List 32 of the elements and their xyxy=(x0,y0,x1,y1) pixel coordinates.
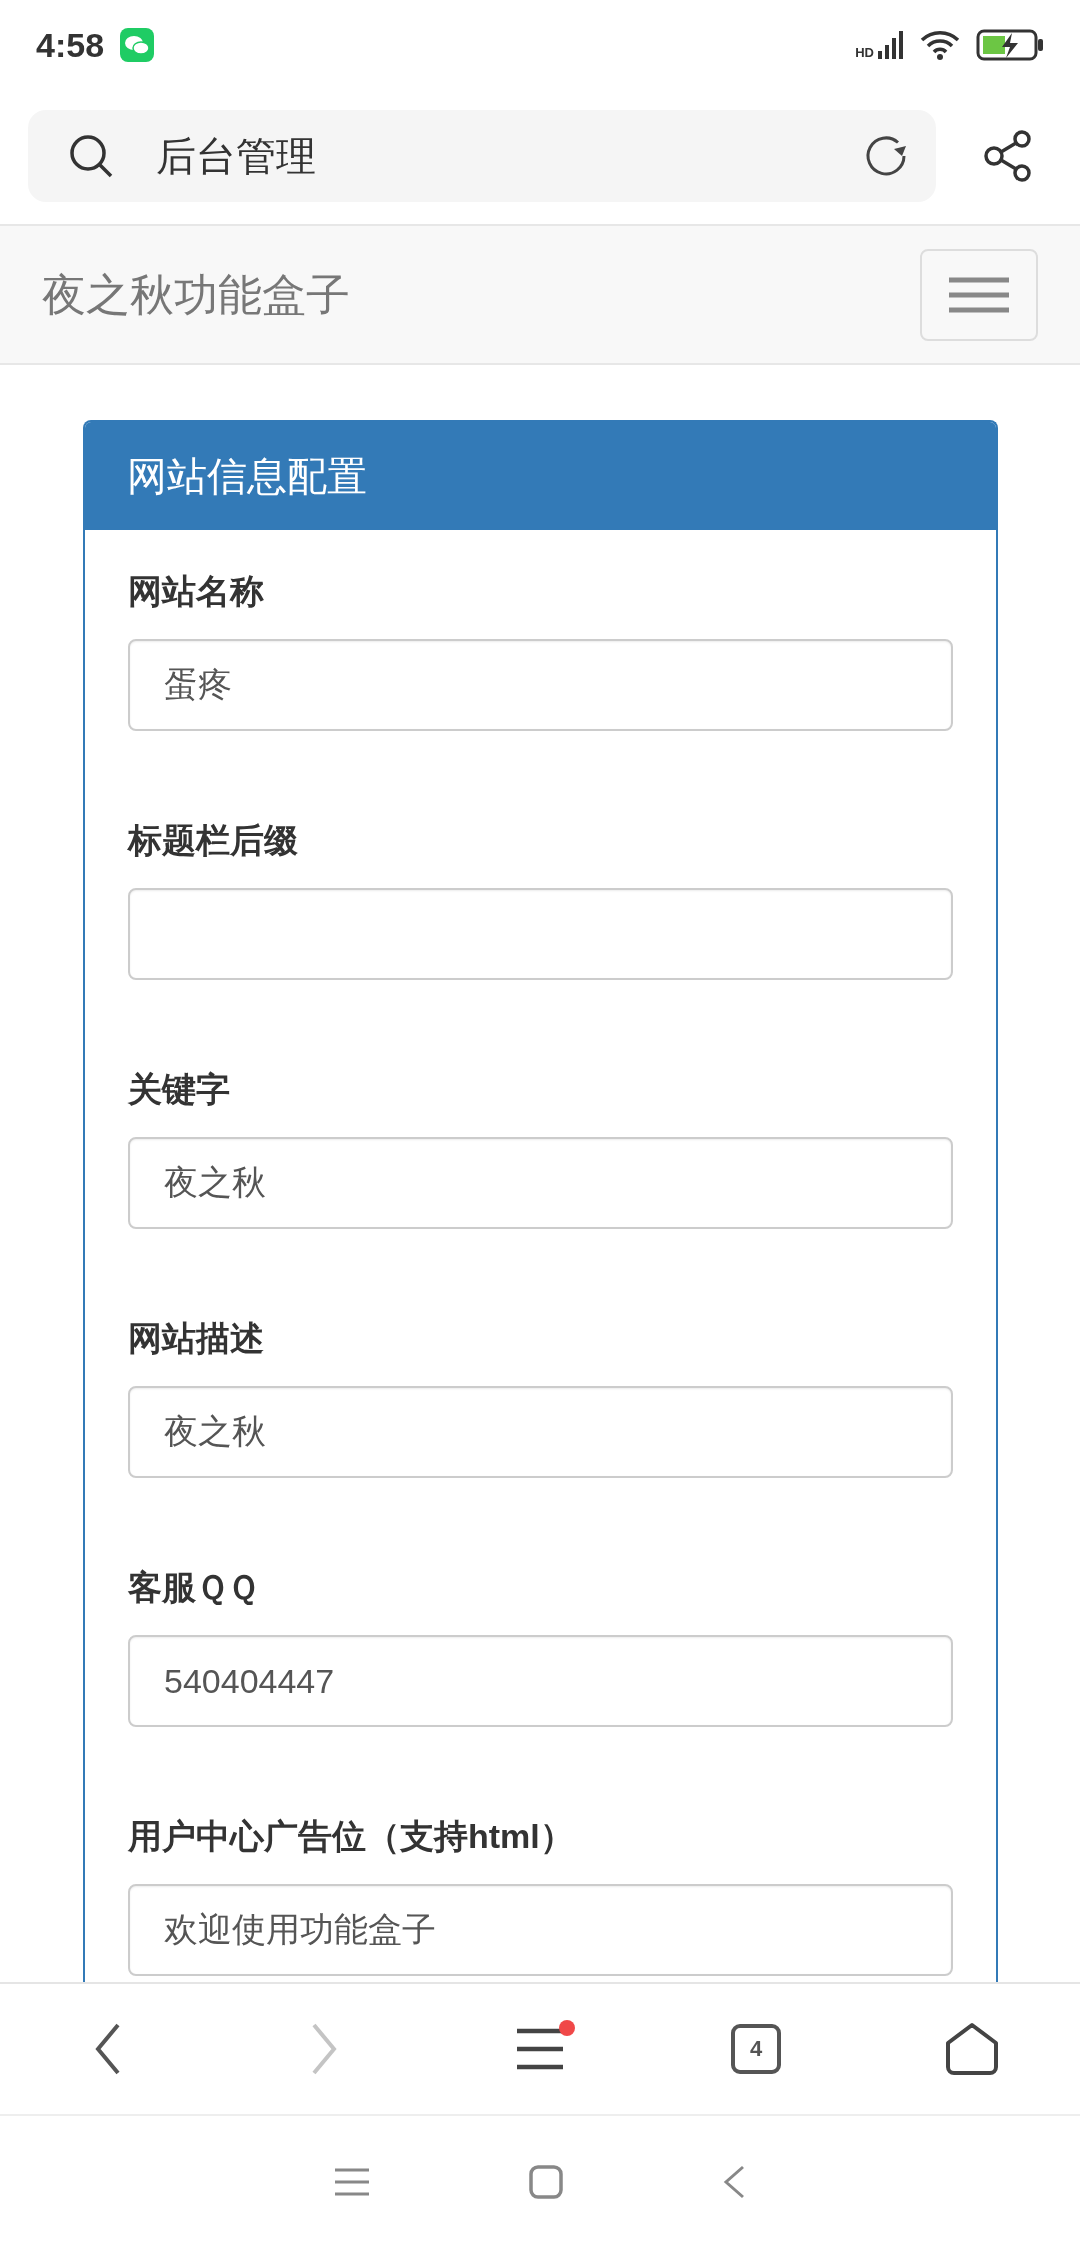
search-icon xyxy=(68,133,114,179)
input-field[interactable]: 蛋疼 xyxy=(128,639,953,731)
wifi-icon xyxy=(920,30,960,60)
field-label: 用户中心广告位（支持html） xyxy=(128,1816,575,1857)
input-field[interactable]: 540404447 xyxy=(128,1635,953,1727)
share-icon[interactable] xyxy=(983,129,1033,183)
input-field[interactable]: 欢迎使用功能盒子 xyxy=(128,1884,953,1976)
field-label: 网站描述 xyxy=(128,1318,265,1359)
menu-icon[interactable] xyxy=(517,2028,563,2070)
menu-icon xyxy=(949,276,1009,313)
back-icon[interactable] xyxy=(723,2165,745,2199)
panel-header: 网站信息配置 xyxy=(85,422,996,530)
site-brand[interactable]: 夜之秋功能盒子 xyxy=(42,261,350,328)
field-label: 客服ＱＱ xyxy=(128,1567,259,1608)
field-label: 网站名称 xyxy=(128,571,265,612)
battery-charging-icon xyxy=(976,29,1044,61)
chat-app-icon xyxy=(120,28,155,62)
address-bar[interactable]: 后台管理 xyxy=(28,110,936,202)
home-square-icon[interactable] xyxy=(529,2165,563,2199)
address-text: 后台管理 xyxy=(156,133,317,180)
field-label: 标题栏后缀 xyxy=(128,820,299,861)
clock-time: 4:58 xyxy=(36,24,105,66)
back-icon[interactable] xyxy=(94,2021,122,2077)
field-label: 关键字 xyxy=(128,1069,231,1110)
network-type-label: HD xyxy=(855,46,874,59)
input-field[interactable]: 夜之秋 xyxy=(128,1137,953,1229)
home-icon[interactable] xyxy=(944,2021,1000,2077)
menu-toggle-button[interactable] xyxy=(920,248,1038,341)
input-field[interactable]: 夜之秋 xyxy=(128,1386,953,1478)
input-field[interactable] xyxy=(128,888,953,980)
tabs-button[interactable]: 4 xyxy=(731,2024,781,2074)
signal-icon xyxy=(878,31,904,59)
